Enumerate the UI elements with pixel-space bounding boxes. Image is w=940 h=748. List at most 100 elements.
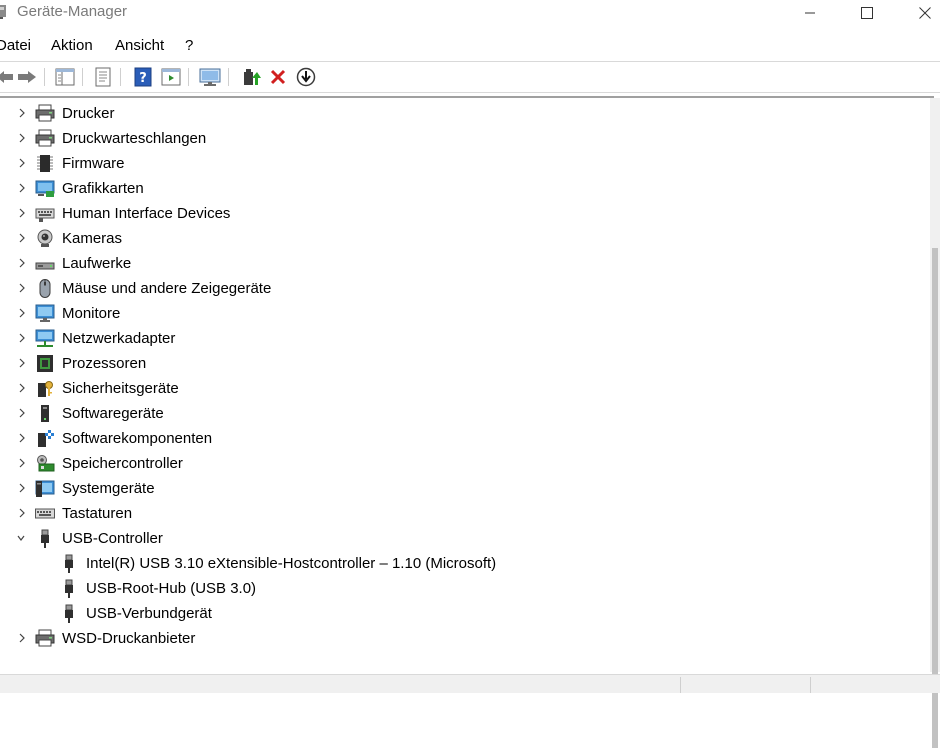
tree-node-prozessoren[interactable]: Prozessoren bbox=[0, 351, 930, 376]
chevron-down-icon[interactable] bbox=[16, 532, 26, 544]
tree-node-label: USB-Controller bbox=[62, 530, 163, 547]
chevron-right-icon[interactable] bbox=[17, 232, 27, 244]
tree-node-usb-verbundgeraet[interactable]: USB-Verbundgerät bbox=[0, 601, 930, 626]
usb-plug-icon bbox=[65, 554, 73, 573]
update-driver-icon bbox=[244, 69, 261, 85]
display-adapter-icon bbox=[35, 180, 55, 197]
usb-plug-icon bbox=[65, 604, 73, 623]
monitor-icon bbox=[35, 304, 55, 322]
forward-arrow-icon bbox=[18, 71, 36, 83]
tree-node-label: Laufwerke bbox=[62, 255, 132, 272]
tree-node-kameras[interactable]: Kameras bbox=[0, 226, 930, 251]
chevron-right-icon[interactable] bbox=[17, 282, 27, 294]
tree-node-systemgeraete[interactable]: Systemgeräte bbox=[0, 476, 930, 501]
properties-button[interactable] bbox=[92, 66, 114, 88]
tree-node-label: USB-Verbundgerät bbox=[86, 605, 212, 622]
chevron-right-icon[interactable] bbox=[17, 407, 27, 419]
vertical-scrollbar[interactable] bbox=[930, 98, 940, 748]
scrollbar-thumb[interactable] bbox=[932, 248, 938, 748]
back-arrow-icon bbox=[0, 71, 13, 83]
chevron-right-icon[interactable] bbox=[17, 432, 27, 444]
tree-node-softwarekomponenten[interactable]: Softwarekomponenten bbox=[0, 426, 930, 451]
tree-node-softwaregeraete[interactable]: Softwaregeräte bbox=[0, 401, 930, 426]
tree-node-label: Systemgeräte bbox=[62, 480, 155, 497]
scan-hardware-icon bbox=[199, 68, 221, 86]
chevron-right-icon[interactable] bbox=[17, 307, 27, 319]
chevron-right-icon[interactable] bbox=[17, 207, 27, 219]
uninstall-device-button[interactable] bbox=[267, 66, 289, 88]
back-button[interactable] bbox=[0, 66, 16, 88]
help-button[interactable]: ? bbox=[132, 66, 154, 88]
tree-node-label: Softwarekomponenten bbox=[62, 430, 213, 447]
menu-datei[interactable]: Datei bbox=[0, 37, 31, 54]
action-pane-button[interactable] bbox=[160, 66, 182, 88]
webcam-icon bbox=[37, 229, 53, 247]
chevron-right-icon[interactable] bbox=[17, 257, 27, 269]
tree-node-label: Intel(R) USB 3.10 eXtensible-Hostcontrol… bbox=[86, 555, 497, 572]
tree-node-maeuse[interactable]: Mäuse und andere Zeigegeräte bbox=[0, 276, 930, 301]
update-driver-button[interactable] bbox=[240, 66, 262, 88]
tree-node-laufwerke[interactable]: Laufwerke bbox=[0, 251, 930, 276]
uninstall-device-icon bbox=[270, 69, 286, 85]
network-adapter-icon bbox=[35, 329, 55, 347]
toolbar: ? bbox=[0, 61, 940, 93]
action-pane-icon bbox=[161, 68, 181, 86]
tree-node-monitore[interactable]: Monitore bbox=[0, 301, 930, 326]
tree-node-label: Drucker bbox=[62, 105, 115, 122]
close-icon bbox=[919, 7, 931, 19]
chevron-right-icon[interactable] bbox=[17, 107, 27, 119]
tree-node-label: Human Interface Devices bbox=[62, 205, 231, 222]
tree-node-label: Kameras bbox=[62, 230, 123, 247]
chevron-right-icon[interactable] bbox=[17, 507, 27, 519]
disable-device-button[interactable] bbox=[295, 66, 317, 88]
chevron-right-icon[interactable] bbox=[17, 457, 27, 469]
chevron-right-icon[interactable] bbox=[17, 357, 27, 369]
tree-node-usb-controller[interactable]: USB-Controller bbox=[0, 526, 930, 551]
hid-keyboard-icon bbox=[35, 208, 55, 222]
menu-aktion[interactable]: Aktion bbox=[51, 37, 93, 54]
tree-node-netzwerkadapter[interactable]: Netzwerkadapter bbox=[0, 326, 930, 351]
tree-node-label: Prozessoren bbox=[62, 355, 147, 372]
forward-button[interactable] bbox=[16, 66, 38, 88]
chevron-right-icon[interactable] bbox=[17, 182, 27, 194]
tree-node-sicherheitsgeraete[interactable]: Sicherheitsgeräte bbox=[0, 376, 930, 401]
tree-node-drucker[interactable]: Drucker bbox=[0, 101, 930, 126]
menu-bar: Datei Aktion Ansicht ? bbox=[0, 34, 940, 58]
chevron-right-icon[interactable] bbox=[17, 482, 27, 494]
tree-node-speichercontroller[interactable]: Speichercontroller bbox=[0, 451, 930, 476]
mouse-icon bbox=[39, 279, 51, 298]
scan-hardware-button[interactable] bbox=[199, 66, 221, 88]
show-hide-console-tree-button[interactable] bbox=[54, 66, 76, 88]
tree-node-usb-hostcontroller[interactable]: Intel(R) USB 3.10 eXtensible-Hostcontrol… bbox=[0, 551, 930, 576]
status-bar bbox=[0, 674, 940, 693]
tree-node-label: Mäuse und andere Zeigegeräte bbox=[62, 280, 272, 297]
tree-node-firmware[interactable]: Firmware bbox=[0, 151, 930, 176]
show-hide-console-tree-icon bbox=[55, 68, 75, 86]
close-button[interactable] bbox=[895, 0, 940, 26]
tree-node-druckwarteschlangen[interactable]: Druckwarteschlangen bbox=[0, 126, 930, 151]
tree-node-usb-root-hub[interactable]: USB-Root-Hub (USB 3.0) bbox=[0, 576, 930, 601]
tree-node-label: Speichercontroller bbox=[62, 455, 183, 472]
minimize-button[interactable] bbox=[780, 0, 840, 26]
menu-ansicht[interactable]: Ansicht bbox=[115, 37, 164, 54]
tree-node-wsd-druckanbieter[interactable]: WSD-Druckanbieter bbox=[0, 626, 930, 651]
tree-node-tastaturen[interactable]: Tastaturen bbox=[0, 501, 930, 526]
chevron-right-icon[interactable] bbox=[17, 132, 27, 144]
tree-node-label: Druckwarteschlangen bbox=[62, 130, 207, 147]
chevron-right-icon[interactable] bbox=[17, 332, 27, 344]
maximize-button[interactable] bbox=[837, 0, 897, 26]
storage-controller-icon bbox=[37, 455, 55, 472]
tree-node-grafikkarten[interactable]: Grafikkarten bbox=[0, 176, 930, 201]
title-bar: Geräte-Manager bbox=[0, 0, 940, 28]
chevron-right-icon[interactable] bbox=[17, 157, 27, 169]
tree-node-label: Sicherheitsgeräte bbox=[62, 380, 179, 397]
device-manager-app-icon bbox=[0, 5, 6, 19]
usb-plug-icon bbox=[65, 579, 73, 598]
tree-node-human-interface-devices[interactable]: Human Interface Devices bbox=[0, 201, 930, 226]
chevron-right-icon[interactable] bbox=[17, 382, 27, 394]
software-device-icon bbox=[41, 405, 49, 422]
chevron-right-icon[interactable] bbox=[17, 632, 27, 644]
menu-help[interactable]: ? bbox=[185, 37, 193, 54]
svg-text:?: ? bbox=[139, 71, 147, 86]
device-tree: Drucker Druckwarteschlangen Firmware Gra… bbox=[0, 98, 930, 672]
